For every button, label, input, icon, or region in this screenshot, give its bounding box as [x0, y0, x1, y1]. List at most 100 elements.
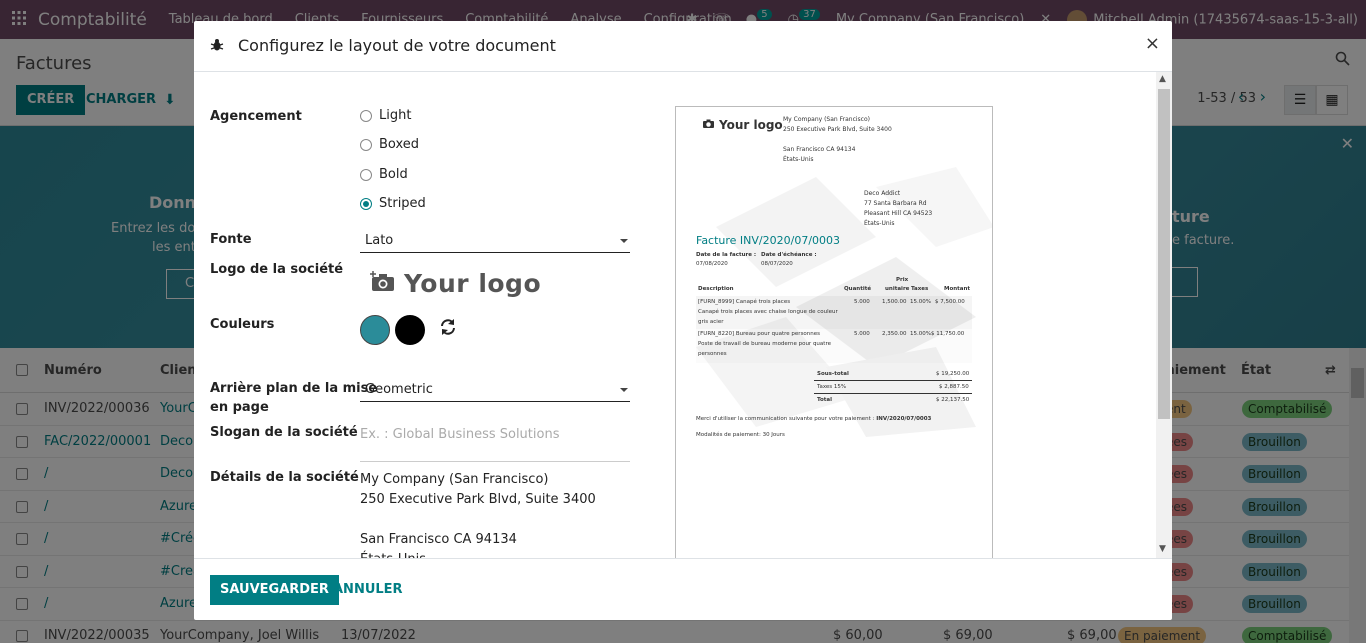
- colors-label: Couleurs: [210, 317, 275, 332]
- layout-option-striped[interactable]: Striped: [360, 196, 426, 211]
- preview-partner-address: Deco Addict 77 Santa Barbara Rd Pleasant…: [864, 189, 932, 229]
- company-logo-upload[interactable]: Your logo: [370, 269, 541, 298]
- radio-striped[interactable]: [360, 197, 372, 210]
- preview-subtotal-label: Sous-total: [817, 371, 849, 377]
- logo-label: Logo de la société: [210, 262, 344, 277]
- preview-tax-label: Taxes 15%: [817, 384, 847, 390]
- preview-line1-amount: $ 7,500.00: [935, 299, 965, 305]
- preview-divider: [814, 380, 972, 381]
- dialog-scrollbar[interactable]: ▲ ▼: [1156, 72, 1172, 558]
- layout-label: Agencement: [210, 109, 302, 124]
- preview-line: Poste de travail de bureau moderne pour …: [698, 341, 831, 347]
- dialog-footer: SAUVEGARDER ANNULER: [194, 558, 1172, 620]
- preview-total: $ 22,137.50: [936, 397, 970, 403]
- details-line: 250 Executive Park Blvd, Suite 3400: [360, 492, 596, 507]
- radio-label: Striped: [379, 196, 426, 211]
- radio-light[interactable]: [360, 109, 372, 122]
- document-layout-dialog: Configurez le layout de votre document ×…: [194, 21, 1172, 620]
- preview-line: gris acier: [698, 319, 724, 325]
- font-label: Fonte: [210, 232, 252, 247]
- preview-comm-text: Merci d'utiliser la communication suivan…: [696, 416, 875, 422]
- document-preview: Your logo My Company (San Francisco) 250…: [675, 106, 993, 558]
- preview-line1-desc: [FURN_8999] Canapé trois places Canapé t…: [698, 297, 838, 327]
- preview-col-taxes: Taxes: [911, 286, 929, 292]
- preview-logo: Your logo: [702, 118, 783, 132]
- preview-col-description: Description: [698, 286, 734, 292]
- details-line: My Company (San Francisco): [360, 472, 549, 487]
- preview-col-price: Prix: [896, 277, 909, 283]
- slogan-input[interactable]: Ex. : Global Business Solutions: [360, 427, 630, 462]
- chevron-down-icon: [620, 388, 628, 392]
- preview-line1-qty: 5.000: [854, 299, 870, 305]
- preview-line: Pleasant Hill CA 94523: [864, 210, 933, 217]
- font-select[interactable]: Lato: [360, 229, 630, 253]
- background-select[interactable]: Geometric: [360, 378, 630, 402]
- chevron-down-icon: [620, 239, 628, 243]
- preview-line: Deco Addict: [864, 190, 901, 197]
- preview-divider: [814, 393, 972, 394]
- company-details-field[interactable]: My Company (San Francisco) 250 Executive…: [360, 470, 596, 558]
- details-line: États-Unis: [360, 550, 596, 558]
- dialog-header: Configurez le layout de votre document ×: [194, 21, 1172, 72]
- preview-line: [FURN_8999] Canapé trois places: [698, 299, 791, 305]
- radio-label: Boxed: [379, 137, 420, 152]
- preview-logo-text: Your logo: [719, 118, 783, 132]
- preview-line: États-Unis: [783, 156, 814, 163]
- preview-line2-desc: [FURN_8220] Bureau pour quatre personnes…: [698, 329, 831, 359]
- details-line: San Francisco CA 94134: [360, 532, 517, 547]
- preview-line2-amount: $ 11,750.00: [931, 331, 965, 337]
- preview-total-label: Total: [817, 397, 833, 403]
- refresh-icon[interactable]: [439, 318, 457, 340]
- details-label: Détails de la société: [210, 470, 359, 485]
- bug-icon: [210, 38, 224, 52]
- details-line: [360, 510, 596, 530]
- preview-col-price-2: unitaire: [885, 286, 910, 292]
- layout-option-bold[interactable]: Bold: [360, 167, 408, 182]
- preview-line2-tax: 15.00%: [910, 331, 931, 337]
- dialog-title: Configurez le layout de votre document: [238, 36, 556, 55]
- preview-col-qty: Quantité: [844, 286, 872, 292]
- background-label-line2: en page: [210, 400, 269, 415]
- slogan-label: Slogan de la société: [210, 425, 358, 440]
- layout-option-boxed[interactable]: Boxed: [360, 137, 419, 152]
- background-label: Arrière plan de la mise en page: [210, 379, 377, 417]
- preview-date-label: Date de la facture :: [696, 252, 757, 258]
- logo-text: Your logo: [404, 269, 542, 298]
- preview-line: Canapé trois places avec chaise longue d…: [698, 309, 838, 315]
- preview-payment-terms: Modalités de paiement: 30 Jours: [696, 432, 785, 438]
- preview-date-value: 07/08/2020: [696, 261, 728, 267]
- camera-icon: [702, 118, 715, 132]
- radio-label: Bold: [379, 167, 408, 182]
- preview-comm-ref: INV/2020/07/0003: [876, 416, 932, 422]
- preview-line2-price: 2,350.00: [882, 331, 907, 337]
- preview-col-amount: Montant: [944, 286, 971, 292]
- preview-due-label: Date d'échéance :: [761, 252, 817, 258]
- close-icon[interactable]: ×: [1145, 33, 1160, 54]
- preview-communication: Merci d'utiliser la communication suivan…: [696, 416, 931, 422]
- scroll-up-icon[interactable]: ▲: [1159, 74, 1166, 84]
- cancel-button[interactable]: ANNULER: [333, 575, 403, 605]
- font-value: Lato: [365, 233, 394, 248]
- preview-line: [783, 135, 892, 145]
- preview-line2-qty: 5.000: [854, 331, 870, 337]
- dialog-scrollbar-thumb[interactable]: [1158, 89, 1170, 419]
- dialog-body: Agencement Light Boxed Bold Striped Font…: [194, 72, 1172, 558]
- preview-line: États-Unis: [864, 220, 895, 227]
- radio-bold[interactable]: [360, 168, 372, 181]
- primary-color-swatch[interactable]: [360, 315, 390, 345]
- save-button[interactable]: SAUVEGARDER: [210, 575, 339, 605]
- preview-company-address: My Company (San Francisco) 250 Executive…: [783, 115, 892, 165]
- secondary-color-swatch[interactable]: [395, 315, 425, 345]
- preview-due-value: 08/07/2020: [761, 261, 793, 267]
- preview-line: 250 Executive Park Blvd, Suite 3400: [783, 126, 892, 133]
- camera-icon: [370, 270, 396, 297]
- preview-line: personnes: [698, 351, 727, 357]
- radio-boxed[interactable]: [360, 138, 372, 151]
- preview-invoice-title: Facture INV/2020/07/0003: [696, 234, 841, 247]
- preview-line: [FURN_8220] Bureau pour quatre personnes: [698, 331, 821, 337]
- layout-option-light[interactable]: Light: [360, 108, 411, 123]
- scroll-down-icon[interactable]: ▼: [1159, 544, 1166, 554]
- background-value: Geometric: [365, 382, 433, 397]
- background-label-line1: Arrière plan de la mise: [210, 381, 378, 396]
- preview-line1-tax: 15.00%: [910, 299, 931, 305]
